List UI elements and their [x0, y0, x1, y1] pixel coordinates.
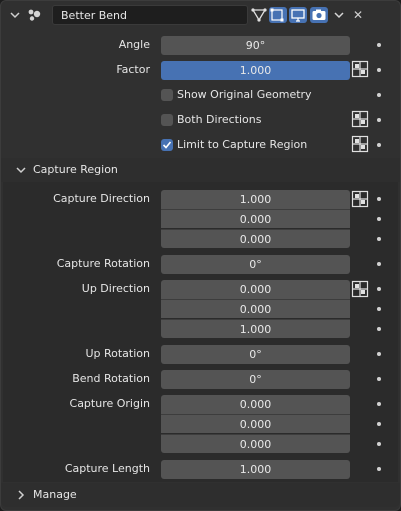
up-direction-label: Up Direction [81, 282, 150, 295]
manage-header[interactable]: Manage [1, 483, 400, 507]
modifier-icon [26, 7, 44, 23]
bend-rotation-field[interactable]: 0° [161, 370, 350, 389]
node-link-icon[interactable] [351, 60, 369, 78]
both-directions-label: Both Directions [177, 113, 262, 126]
capture-length-field[interactable]: 1.000 [161, 460, 350, 479]
chevron-down-icon[interactable] [332, 9, 346, 21]
capture-rotation-field[interactable]: 0° [161, 255, 350, 274]
modifier-name-text: Better Bend [61, 9, 127, 22]
animate-dot-icon[interactable] [377, 422, 381, 426]
animate-dot-icon[interactable] [377, 402, 381, 406]
animate-dot-icon[interactable] [377, 237, 381, 241]
up-rotation-field[interactable]: 0° [161, 345, 350, 364]
capture-origin-x-field[interactable]: 0.000 [161, 395, 350, 414]
capture-direction-label: Capture Direction [53, 192, 150, 205]
both-directions-checkbox[interactable] [161, 114, 173, 126]
capture-direction-z-field[interactable]: 0.000 [161, 229, 350, 248]
manage-title: Manage [33, 488, 77, 501]
capture-region-header[interactable]: Capture Region [1, 158, 400, 182]
chevron-right-icon [18, 490, 25, 500]
chevron-down-icon [16, 167, 26, 174]
animate-dot-icon[interactable] [377, 118, 381, 122]
capture-region-title: Capture Region [33, 163, 118, 176]
capture-origin-y-field[interactable]: 0.000 [161, 414, 350, 433]
render-camera-icon[interactable] [310, 7, 328, 23]
animate-dot-icon[interactable] [377, 307, 381, 311]
edit-mode-icon[interactable] [269, 7, 287, 23]
capture-origin-label: Capture Origin [69, 397, 150, 410]
limit-capture-checkbox[interactable] [161, 139, 173, 151]
factor-label: Factor [116, 63, 150, 76]
collapse-chevron-icon[interactable] [9, 9, 21, 21]
animate-dot-icon[interactable] [377, 262, 381, 266]
node-link-icon[interactable] [351, 190, 369, 208]
close-icon[interactable]: ✕ [351, 7, 365, 23]
node-link-icon[interactable] [351, 110, 369, 128]
realtime-display-icon[interactable] [289, 7, 307, 23]
animate-dot-icon[interactable] [377, 377, 381, 381]
up-rotation-label: Up Rotation [85, 347, 150, 360]
animate-dot-icon[interactable] [377, 287, 381, 291]
capture-origin-z-field[interactable]: 0.000 [161, 434, 350, 453]
capture-length-label: Capture Length [64, 462, 150, 475]
angle-label: Angle [118, 38, 150, 51]
node-link-icon[interactable] [351, 280, 369, 298]
animate-dot-icon[interactable] [377, 442, 381, 446]
show-original-label: Show Original Geometry [177, 88, 312, 101]
animate-dot-icon[interactable] [377, 197, 381, 201]
animate-dot-icon[interactable] [377, 93, 381, 97]
animate-dot-icon[interactable] [377, 217, 381, 221]
animate-dot-icon[interactable] [377, 327, 381, 331]
animate-dot-icon[interactable] [377, 43, 381, 47]
show-original-checkbox[interactable] [161, 89, 173, 101]
angle-field[interactable]: 90° [161, 36, 350, 55]
capture-direction-x-field[interactable]: 1.000 [161, 190, 350, 209]
modifier-name-field[interactable]: Better Bend [52, 5, 248, 25]
factor-slider[interactable]: 1.000 [161, 61, 350, 80]
animate-dot-icon[interactable] [377, 352, 381, 356]
bend-rotation-label: Bend Rotation [72, 372, 150, 385]
capture-rotation-label: Capture Rotation [56, 257, 150, 270]
capture-direction-y-field[interactable]: 0.000 [161, 209, 350, 228]
modifier-panel: Better Bend ✕ Angle 90° Factor 1.000 Sho… [0, 0, 401, 511]
limit-capture-label: Limit to Capture Region [177, 138, 308, 151]
node-link-icon[interactable] [351, 135, 369, 153]
animate-dot-icon[interactable] [377, 68, 381, 72]
checkmark-icon [162, 141, 172, 149]
up-direction-z-field[interactable]: 1.000 [161, 319, 350, 338]
up-direction-x-field[interactable]: 0.000 [161, 280, 350, 299]
animate-dot-icon[interactable] [377, 143, 381, 147]
up-direction-y-field[interactable]: 0.000 [161, 299, 350, 318]
animate-dot-icon[interactable] [377, 467, 381, 471]
on-cage-icon[interactable] [250, 7, 268, 23]
